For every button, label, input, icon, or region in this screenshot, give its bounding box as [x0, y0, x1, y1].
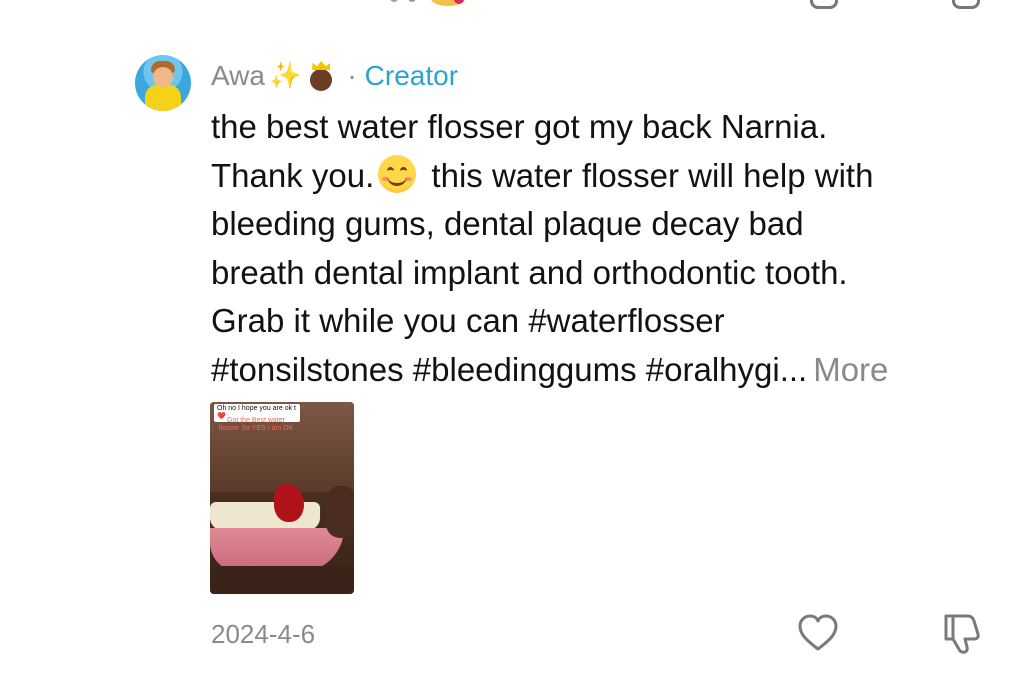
- cropped-emoji-icon: [430, 0, 466, 6]
- cropped-text-fragment: [408, 0, 416, 2]
- smile-eye: [400, 166, 408, 175]
- comment-text: the best water flosser got my back Narni…: [211, 103, 1001, 394]
- comment-view: Awa ✨ · Creator the best water flosser g…: [0, 0, 1024, 675]
- comment-line: the best water flosser got my back Narni…: [211, 108, 828, 145]
- thumbnail-gum: [274, 484, 304, 522]
- heart-icon[interactable]: [796, 612, 840, 656]
- princess-face: [310, 69, 333, 91]
- thumbs-down-icon[interactable]: [938, 610, 984, 656]
- comment-header: Awa ✨ · Creator: [211, 58, 458, 94]
- comment-line-segment: this water flosser will help with: [422, 156, 874, 194]
- comment-line-segment: Thank you.: [211, 156, 375, 194]
- comment-line: bleeding gums, dental plaque decay bad: [211, 205, 804, 242]
- sparkles-icon: ✨: [268, 61, 302, 91]
- comment-line: Thank you. this water flosser will help …: [211, 152, 1001, 201]
- thumbnail-finger: [326, 486, 354, 538]
- comment-line: breath dental implant and orthodontic to…: [211, 253, 848, 291]
- smiling-face-icon: [378, 154, 417, 193]
- comment-date: 2024-4-6: [211, 619, 316, 649]
- comment-line: Grab it while you can #waterflosser: [211, 302, 725, 339]
- avatar-body: [145, 85, 181, 111]
- previous-comment-cropped: [0, 0, 1024, 10]
- avatar[interactable]: [135, 55, 191, 111]
- thumbnail-overlay-caption: Got the Best water flosser So YES I am O…: [218, 417, 294, 432]
- princess-emoji-icon: [307, 61, 335, 91]
- cropped-text-fragment: [390, 0, 398, 2]
- more-link[interactable]: More: [813, 351, 888, 388]
- comment-line: #tonsilstones #bleedinggums #oralhygi...…: [211, 346, 1001, 395]
- thumbnail-chin: [210, 566, 354, 594]
- username[interactable]: Awa: [211, 58, 265, 94]
- smile-cheek: [382, 176, 390, 181]
- attached-video-thumbnail[interactable]: Oh no I hope you are ok t ❤️ Got the Bes…: [210, 402, 354, 594]
- cropped-dislike-icon[interactable]: [952, 0, 980, 9]
- avatar-head: [153, 67, 173, 87]
- crown-shape: [312, 61, 331, 70]
- smile-cheek: [405, 176, 413, 181]
- comment-line-segment: #tonsilstones #bleedinggums #oralhygi...: [211, 350, 808, 388]
- badge-separator: ·: [347, 60, 357, 91]
- creator-badge: Creator: [364, 60, 459, 91]
- cropped-like-icon[interactable]: [810, 0, 838, 9]
